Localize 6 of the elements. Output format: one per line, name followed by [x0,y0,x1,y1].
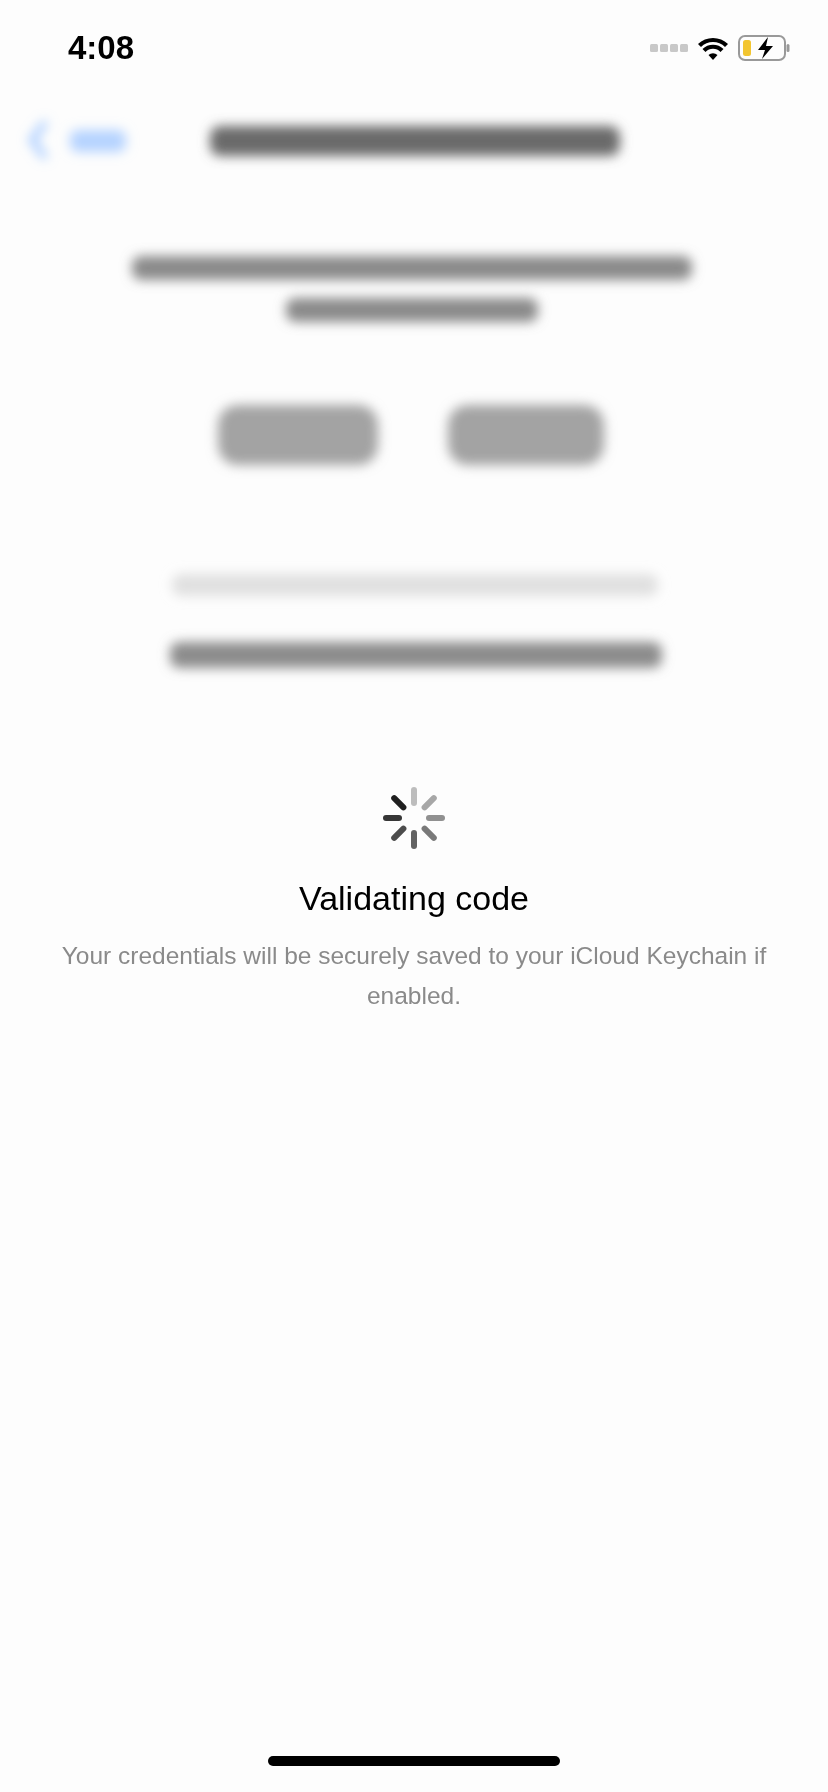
validating-title: Validating code [299,879,529,918]
battery-charging-icon [738,35,790,61]
wifi-icon [698,36,728,60]
keychain-message: Your credentials will be securely saved to your iCloud Keychain if enabled. [60,941,768,1011]
cellular-signal-icon [650,43,688,53]
status-time: 4:08 [68,29,135,67]
